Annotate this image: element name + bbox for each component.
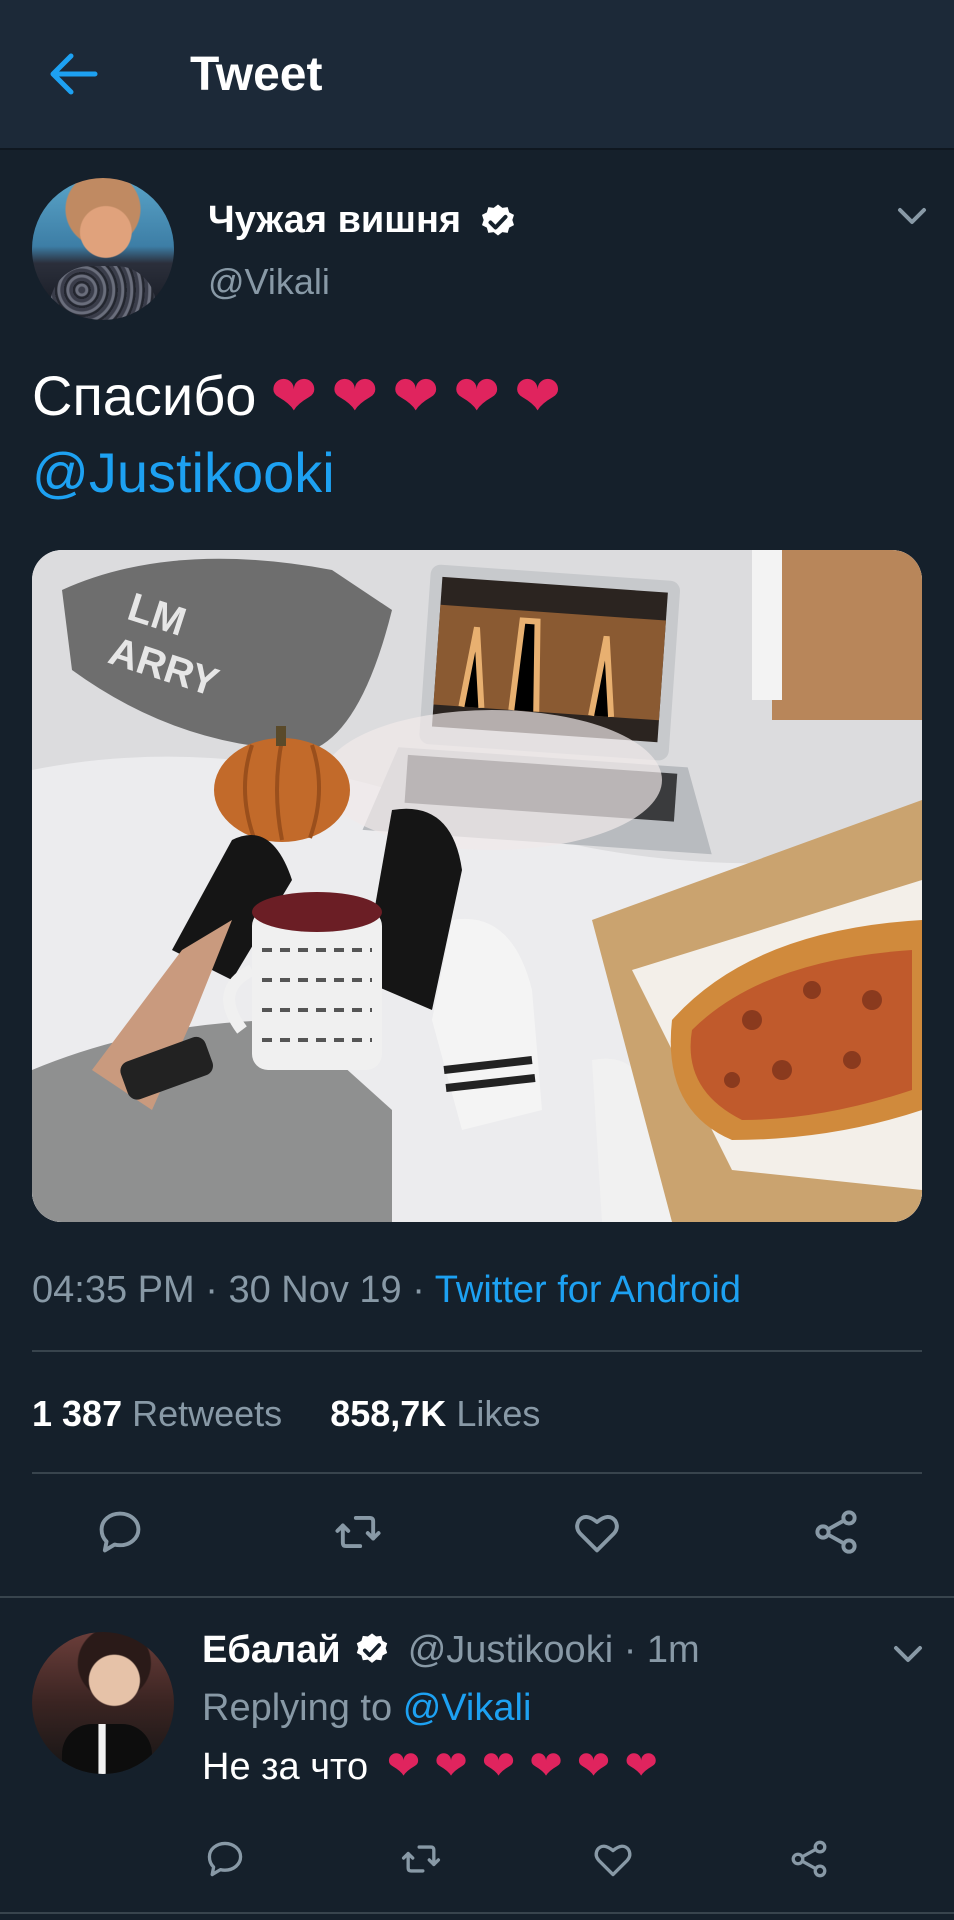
reply-author-name[interactable]: Ебалай <box>202 1629 341 1671</box>
chevron-down-icon <box>894 1646 922 1662</box>
author-handle[interactable]: @Vikali <box>208 258 330 306</box>
arrow-left-icon <box>50 53 98 95</box>
author-avatar[interactable] <box>32 178 174 320</box>
reply-like-button[interactable] <box>588 1834 638 1884</box>
tweet-date: 30 Nov 19 <box>228 1269 402 1311</box>
heart-emoji: ❤ <box>434 1743 468 1789</box>
heart-emoji: ❤ <box>392 364 440 429</box>
meta-separator: · <box>412 1269 435 1311</box>
likes-label: Likes <box>456 1393 541 1434</box>
reply-text: Не за что ❤ ❤ ❤ ❤ ❤ ❤ <box>202 1740 658 1793</box>
heart-emoji: ❤ <box>624 1743 658 1789</box>
reply-reply-button[interactable] <box>200 1834 250 1884</box>
tweet-menu-button[interactable] <box>892 200 932 235</box>
heart-emoji: ❤ <box>386 1743 421 1789</box>
retweet-button[interactable] <box>326 1504 390 1560</box>
tweet-time: 04:35 PM <box>32 1269 195 1311</box>
heart-outline-icon <box>594 1844 632 1877</box>
reply-body: Не за что <box>202 1746 369 1788</box>
divider <box>0 1912 954 1914</box>
likes-stat[interactable]: 858,7K Likes <box>330 1393 540 1434</box>
retweet-icon <box>401 1845 441 1873</box>
share-button[interactable] <box>804 1504 868 1560</box>
mention-link[interactable]: @Justikooki <box>32 441 335 504</box>
top-bar: Tweet <box>0 0 954 150</box>
like-button[interactable] <box>565 1504 629 1560</box>
divider <box>32 1472 922 1474</box>
chevron-down-icon <box>898 208 926 224</box>
heart-outline-icon <box>575 1514 619 1553</box>
heart-emoji: ❤ <box>453 364 501 429</box>
verified-badge-icon <box>356 1633 388 1663</box>
back-button[interactable] <box>44 46 104 102</box>
reply-share-button[interactable] <box>784 1834 834 1884</box>
replying-to: Replying to @Vikali <box>202 1682 531 1734</box>
reply-time: 1m <box>646 1629 700 1671</box>
meta-separator: · <box>623 1629 647 1671</box>
retweets-stat[interactable]: 1 387 Retweets <box>32 1393 282 1434</box>
heart-emoji: ❤ <box>270 364 318 429</box>
share-icon <box>815 1510 857 1554</box>
reply-icon <box>207 1841 243 1877</box>
replying-to-handle[interactable]: @Vikali <box>403 1687 532 1729</box>
tweet-meta: 04:35 PM · 30 Nov 19 · Twitter for Andro… <box>32 1262 741 1318</box>
author-name-row[interactable]: Чужая вишня <box>208 196 518 244</box>
heart-emoji: ❤ <box>481 1743 516 1789</box>
reply-header: Ебалай @Justikooki · 1m <box>202 1624 700 1676</box>
media-illustration: LM ARRY <box>32 550 922 1222</box>
divider <box>0 1596 954 1598</box>
reply-button[interactable] <box>88 1504 152 1560</box>
author-name: Чужая вишня <box>208 199 462 241</box>
tweet-source[interactable]: Twitter for Android <box>435 1269 741 1311</box>
verified-badge-icon <box>481 204 514 236</box>
reply-author-handle[interactable]: @Justikooki <box>408 1629 613 1671</box>
heart-emoji: ❤ <box>331 364 379 429</box>
tweet-text: Спасибо ❤ ❤ ❤ ❤ ❤ @Justikooki <box>32 358 922 511</box>
heart-emoji: ❤ <box>576 1743 611 1789</box>
retweets-label: Retweets <box>132 1393 283 1434</box>
meta-separator: · <box>205 1269 229 1311</box>
heart-emoji: ❤ <box>514 364 562 429</box>
heart-emoji: ❤ <box>529 1743 563 1789</box>
share-icon <box>791 1840 827 1878</box>
retweet-icon <box>335 1515 381 1549</box>
tweet-body: Спасибо <box>32 364 257 427</box>
likes-count: 858,7K <box>330 1393 447 1434</box>
tweet-media-image[interactable]: LM ARRY <box>32 550 922 1222</box>
reply-retweet-button[interactable] <box>396 1834 446 1884</box>
retweets-count: 1 387 <box>32 1393 123 1434</box>
tweet-stats: 1 387 Retweets 858,7K Likes <box>32 1386 540 1442</box>
reply-menu-button[interactable] <box>888 1638 928 1673</box>
reply-icon <box>99 1511 141 1553</box>
divider <box>32 1350 922 1352</box>
reply-author-avatar[interactable] <box>32 1632 174 1774</box>
page-title: Tweet <box>190 48 323 101</box>
replying-to-label: Replying to <box>202 1687 393 1729</box>
